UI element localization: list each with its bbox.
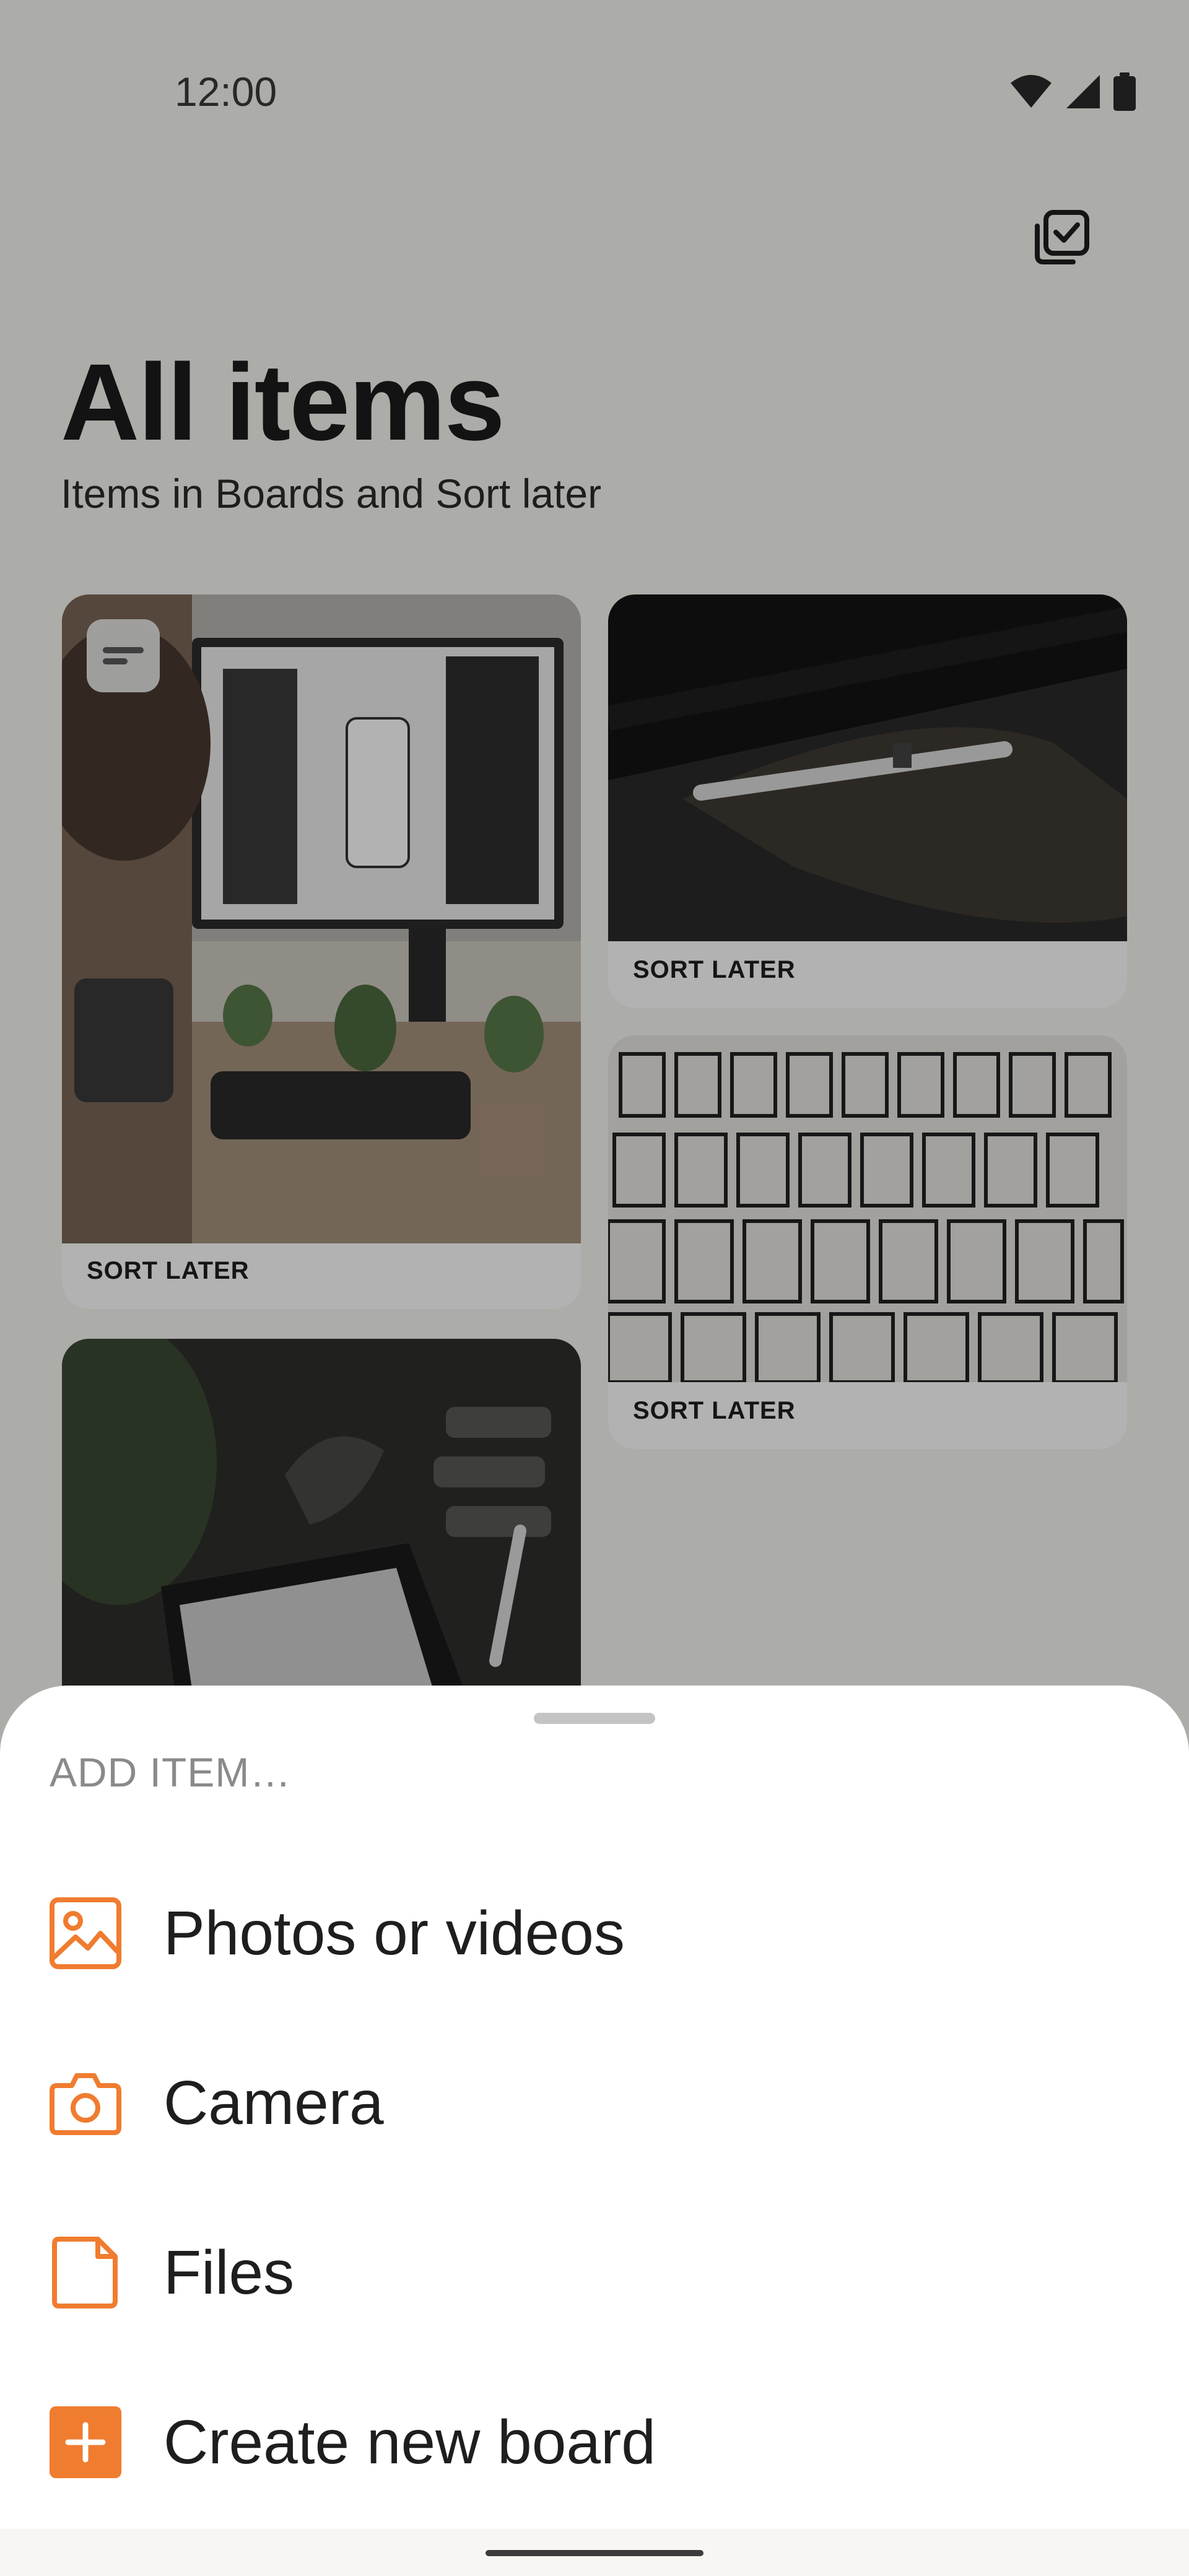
menu-label: Photos or videos [163, 1899, 625, 1968]
home-gesture-handle[interactable] [486, 2550, 703, 2556]
create-new-board-option[interactable]: Create new board [0, 2371, 1189, 2513]
add-camera-option[interactable]: Camera [0, 2032, 1189, 2174]
add-files-option[interactable]: Files [0, 2201, 1189, 2344]
add-board-icon [47, 2404, 124, 2481]
system-navigation-bar [0, 2529, 1189, 2576]
add-item-sheet: ADD ITEM… Photos or videos Camera Files … [0, 1686, 1189, 2529]
menu-label: Create new board [163, 2408, 656, 2477]
menu-label: Camera [163, 2068, 384, 2138]
file-icon [47, 2234, 124, 2311]
sheet-title: ADD ITEM… [50, 1749, 292, 1795]
menu-label: Files [163, 2238, 295, 2307]
image-icon [47, 1895, 124, 1972]
camera-icon [47, 2065, 124, 2141]
sheet-drag-handle[interactable] [534, 1713, 655, 1724]
add-photos-or-videos-option[interactable]: Photos or videos [0, 1862, 1189, 2004]
